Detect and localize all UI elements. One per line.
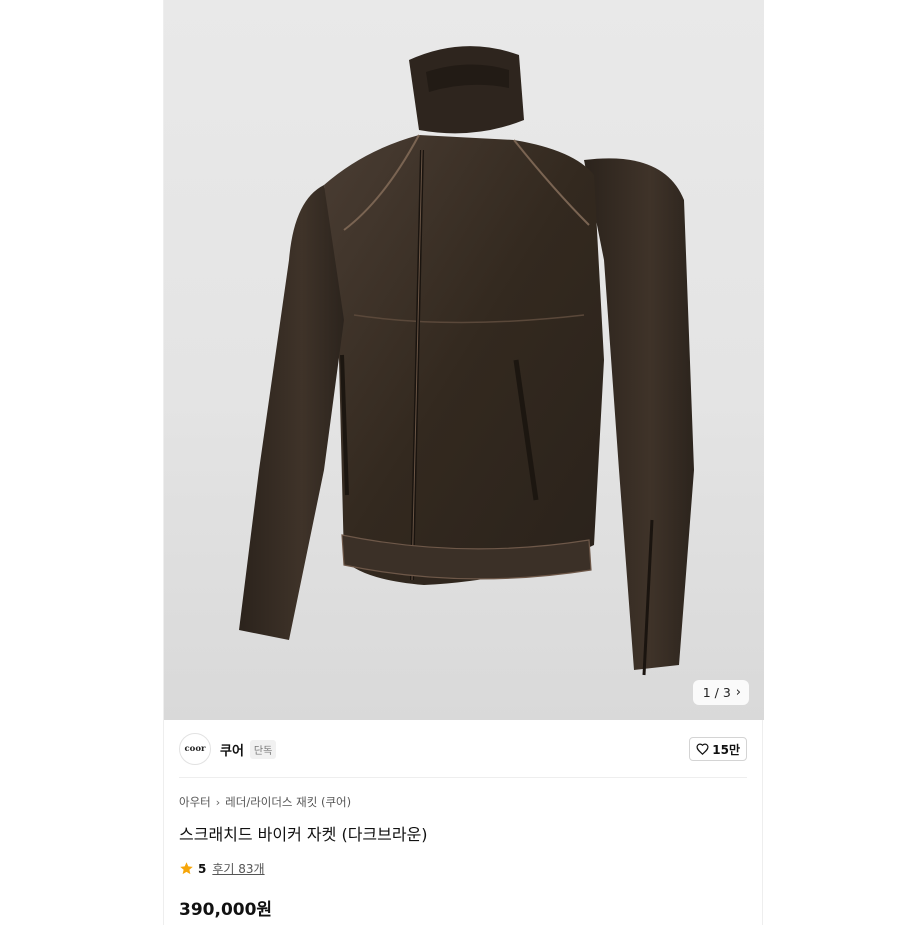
product-title: 스크래치드 바이커 자켓 (다크브라운) <box>179 825 428 844</box>
star-icon <box>180 862 193 875</box>
rating-score: 5 <box>198 861 207 876</box>
product-image-gallery[interactable]: 1 / 3 › <box>164 0 764 720</box>
chevron-right-icon: › <box>215 795 221 809</box>
brand-logo-text: coor <box>184 744 206 754</box>
breadcrumb: 아우터 › 레더/라이더스 재킷 (쿠어) <box>179 794 351 810</box>
image-counter-text: 1 / 3 <box>702 685 731 700</box>
product-page: 1 / 3 › coor 쿠어 단독 15만 아우터 › 레더/라이더스 재킷 … <box>163 0 764 925</box>
image-counter[interactable]: 1 / 3 › <box>692 680 749 705</box>
chevron-right-icon[interactable]: › <box>736 686 741 699</box>
product-price: 390,000원 <box>179 900 273 920</box>
brand-name[interactable]: 쿠어 <box>220 740 244 759</box>
brand-row: coor 쿠어 단독 15만 <box>179 732 747 766</box>
like-count: 15만 <box>712 742 740 757</box>
exclusive-badge: 단독 <box>249 739 277 759</box>
breadcrumb-subcategory[interactable]: 레더/라이더스 재킷 (쿠어) <box>225 794 351 810</box>
rating-row: 5 후기 83개 <box>179 860 265 877</box>
divider <box>179 777 747 778</box>
review-count-link[interactable]: 후기 83개 <box>212 860 264 877</box>
breadcrumb-category[interactable]: 아우터 <box>179 794 211 810</box>
brand-logo[interactable]: coor <box>179 733 211 765</box>
like-button[interactable]: 15만 <box>689 737 747 761</box>
heart-icon <box>696 743 709 755</box>
product-image <box>239 46 694 676</box>
